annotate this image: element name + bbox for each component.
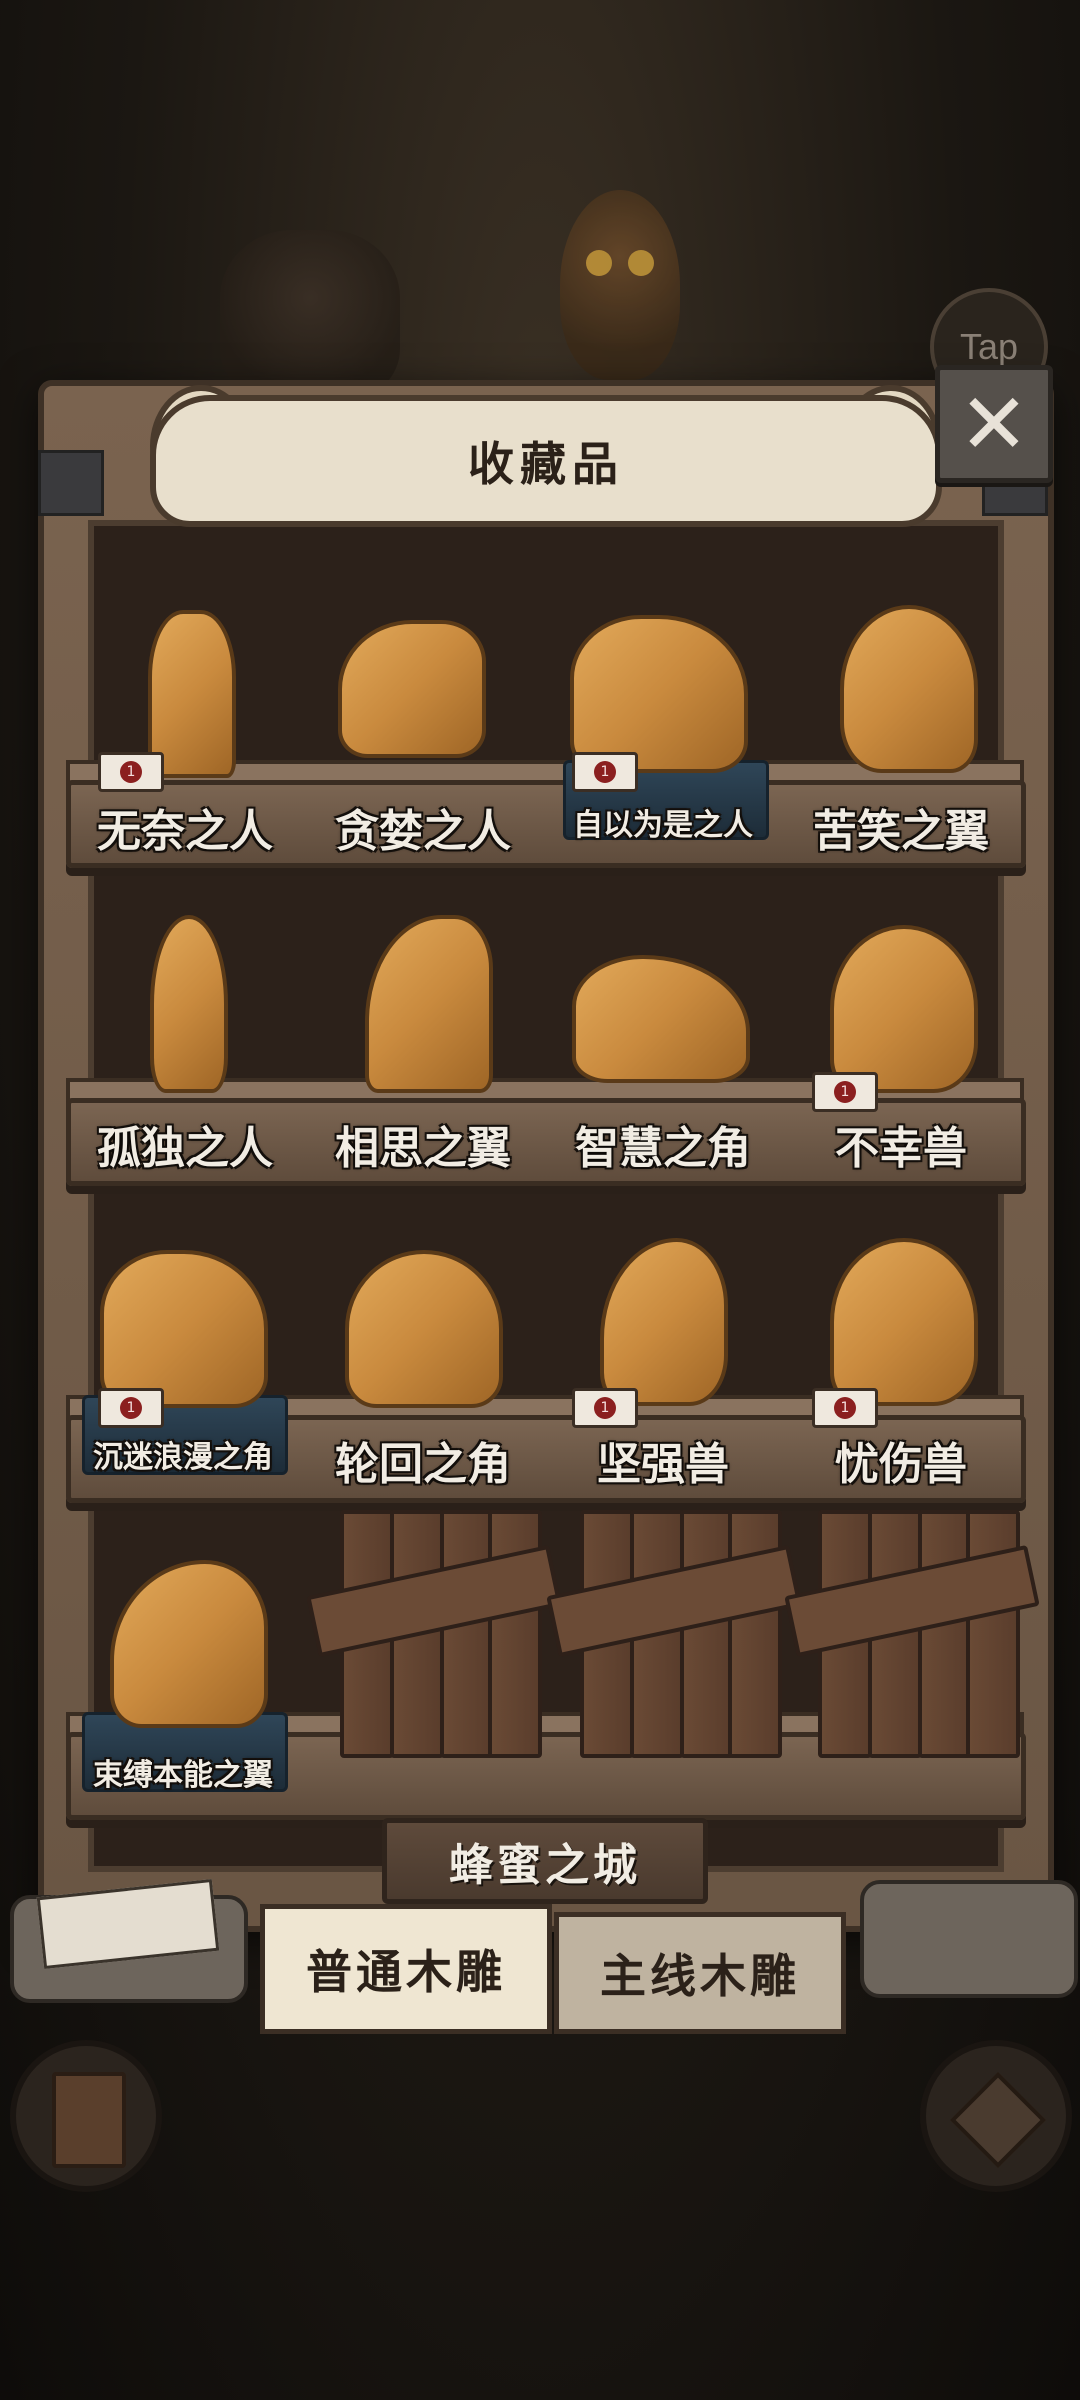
tab-main-carvings[interactable]: 主线木雕 xyxy=(554,1912,846,2034)
plank xyxy=(440,1510,494,1758)
item-label: 自以为是之人 xyxy=(573,808,753,843)
locked-slot[interactable] xyxy=(546,1510,802,1758)
item-label: 苦笑之翼 xyxy=(813,806,989,857)
tab-normal-carvings[interactable]: 普通木雕 xyxy=(260,1904,552,2034)
location-sign: 蜂蜜之城 xyxy=(382,1818,708,1904)
new-badge: 1 xyxy=(572,752,638,792)
locked-slot[interactable] xyxy=(306,1510,562,1758)
item-label: 坚强兽 xyxy=(597,1439,729,1490)
figurine-romance-horn[interactable] xyxy=(100,1250,268,1408)
cabinet-corner-tl xyxy=(38,450,104,516)
close-icon: ✕ xyxy=(958,375,1030,473)
figurine-unlucky-beast[interactable] xyxy=(830,925,978,1093)
background-hand xyxy=(220,230,400,400)
figurine-greedy-man[interactable] xyxy=(338,620,486,758)
locked-slot[interactable] xyxy=(784,1510,1040,1758)
new-badge: 1 xyxy=(812,1072,878,1112)
item-label: 沉迷浪漫之角 xyxy=(93,1440,273,1475)
new-badge: 1 xyxy=(572,1388,638,1428)
figurine-selfrighteous-man[interactable] xyxy=(570,615,748,773)
plank xyxy=(918,1510,972,1758)
title-scroll: 收藏品 xyxy=(150,395,942,527)
owl-figure xyxy=(560,190,680,380)
plank xyxy=(680,1510,734,1758)
figurine-reincarnation-horn[interactable] xyxy=(345,1250,503,1408)
new-badge: 1 xyxy=(98,752,164,792)
item-label: 不幸兽 xyxy=(835,1123,967,1174)
carving-tool-button[interactable] xyxy=(920,2040,1072,2192)
figurine-sad-beast[interactable] xyxy=(830,1238,978,1406)
owl-eye-left xyxy=(586,250,612,276)
new-badge: 1 xyxy=(98,1388,164,1428)
item-label: 忧伤兽 xyxy=(835,1439,967,1490)
figurine-lonely-man[interactable] xyxy=(150,915,228,1093)
figurine-wry-wing[interactable] xyxy=(840,605,978,773)
axe-icon xyxy=(949,2071,1047,2169)
rock-pile-right xyxy=(860,1880,1078,1998)
item-label: 无奈之人 xyxy=(97,806,273,857)
new-badge: 1 xyxy=(812,1388,878,1428)
item-label: 相思之翼 xyxy=(335,1123,511,1174)
item-label: 智慧之角 xyxy=(575,1123,751,1174)
item-label: 孤独之人 xyxy=(97,1123,273,1174)
owl-eye-right xyxy=(628,250,654,276)
close-button[interactable]: ✕ xyxy=(935,365,1053,483)
item-label: 束缚本能之翼 xyxy=(93,1758,273,1793)
door-icon xyxy=(52,2072,126,2168)
item-label: 贪婪之人 xyxy=(335,806,511,857)
item-label: 轮回之角 xyxy=(335,1439,511,1490)
page-title: 收藏品 xyxy=(468,437,624,491)
door-button[interactable] xyxy=(10,2040,162,2192)
